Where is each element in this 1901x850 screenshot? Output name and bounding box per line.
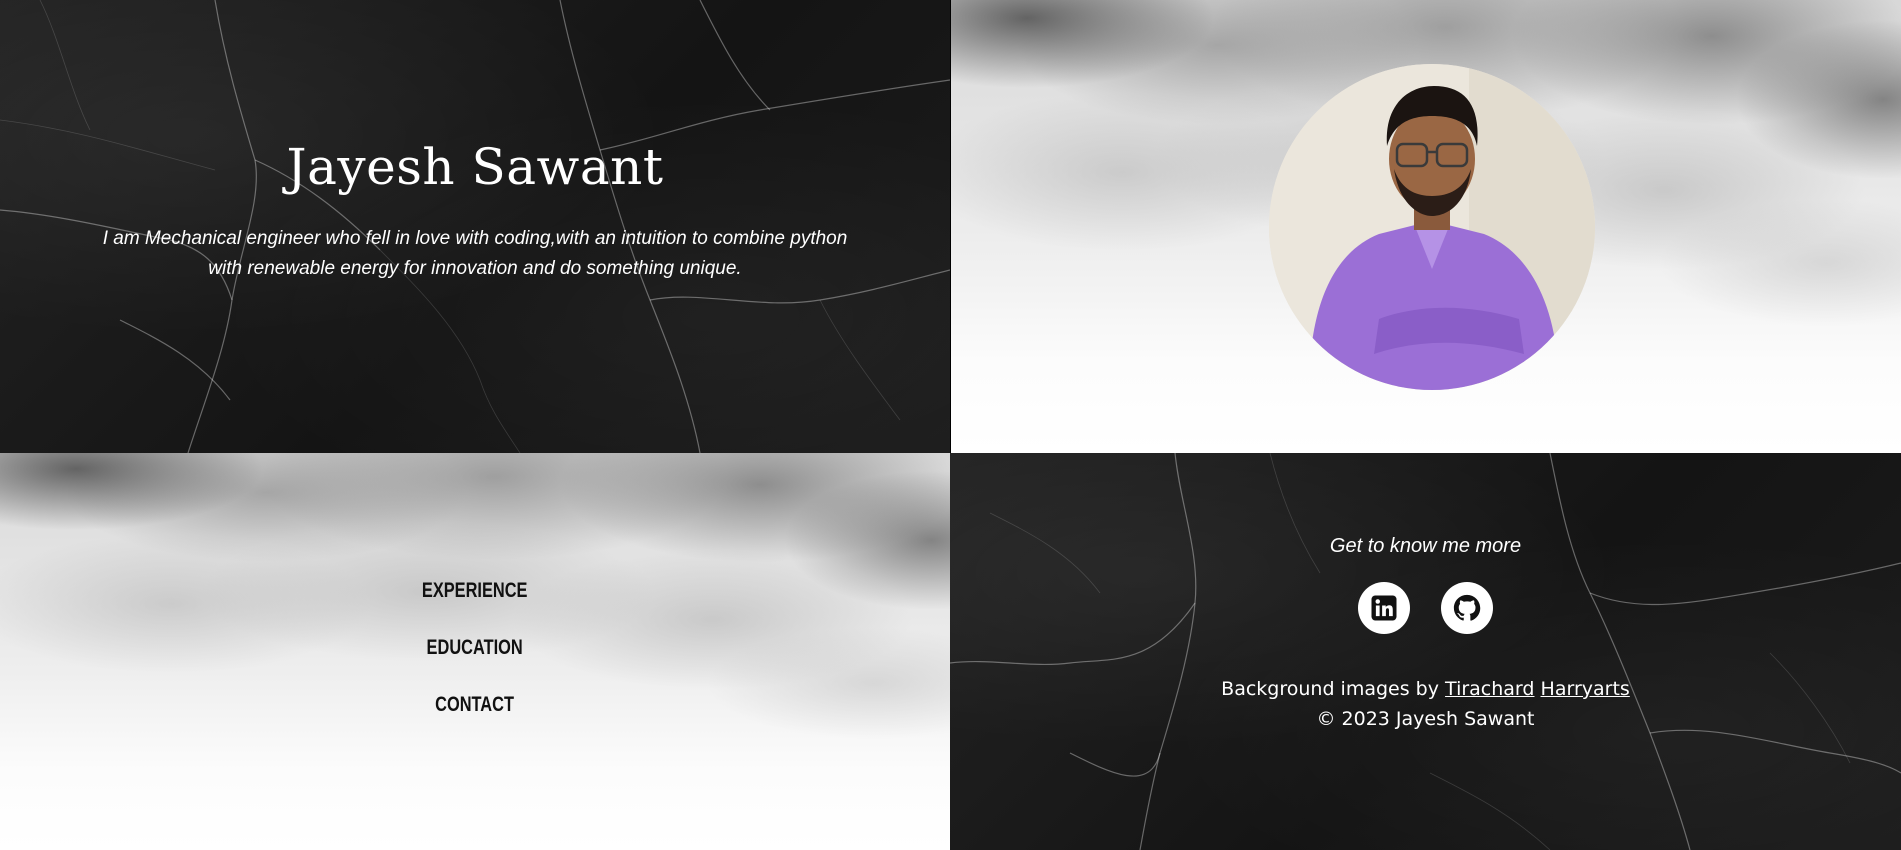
linkedin-icon [1371,595,1397,621]
nav-list: EXPERIENCE EDUCATION CONTACT [0,579,950,750]
nav-link-contact[interactable]: CONTACT [436,693,515,717]
credit-link-harryarts[interactable]: Harryarts [1541,678,1630,700]
nav-item-education: EDUCATION [0,636,950,693]
credits: Background images by Tirachard Harryarts… [950,674,1901,734]
footer-tagline: Get to know me more [1329,535,1522,557]
hero-description-line-2: with renewable energy for innovation and… [208,258,742,279]
hero-description-line-1: I am Mechanical engineer who fell in lov… [102,228,848,249]
avatar [1269,64,1595,390]
hero-content: Jayesh Sawant I am Mechanical engineer w… [0,138,950,284]
credit-link-tirachard[interactable]: Tirachard [1445,678,1534,700]
credits-prefix: Background images by [1221,678,1439,700]
footer-content: Get to know me more Background images by… [950,535,1901,734]
nav-item-experience: EXPERIENCE [0,579,950,636]
nav-link-experience[interactable]: EXPERIENCE [422,579,528,603]
github-icon [1453,594,1481,621]
copyright: © 2023 Jayesh Sawant [1316,708,1535,730]
linkedin-link[interactable] [1358,582,1410,634]
nav-panel: EXPERIENCE EDUCATION CONTACT [0,453,950,850]
github-link[interactable] [1441,582,1493,634]
hero-panel: Jayesh Sawant I am Mechanical engineer w… [0,0,950,454]
hero-description: I am Mechanical engineer who fell in lov… [75,224,875,284]
social-links [950,582,1901,634]
page-grid: Jayesh Sawant I am Mechanical engineer w… [0,0,1901,850]
nav-item-contact: CONTACT [0,693,950,750]
page-title: Jayesh Sawant [286,138,664,196]
nav-link-education[interactable]: EDUCATION [427,636,523,660]
profile-photo [1269,64,1595,390]
footer-panel: Get to know me more Background images by… [950,453,1901,850]
photo-panel [950,0,1901,453]
